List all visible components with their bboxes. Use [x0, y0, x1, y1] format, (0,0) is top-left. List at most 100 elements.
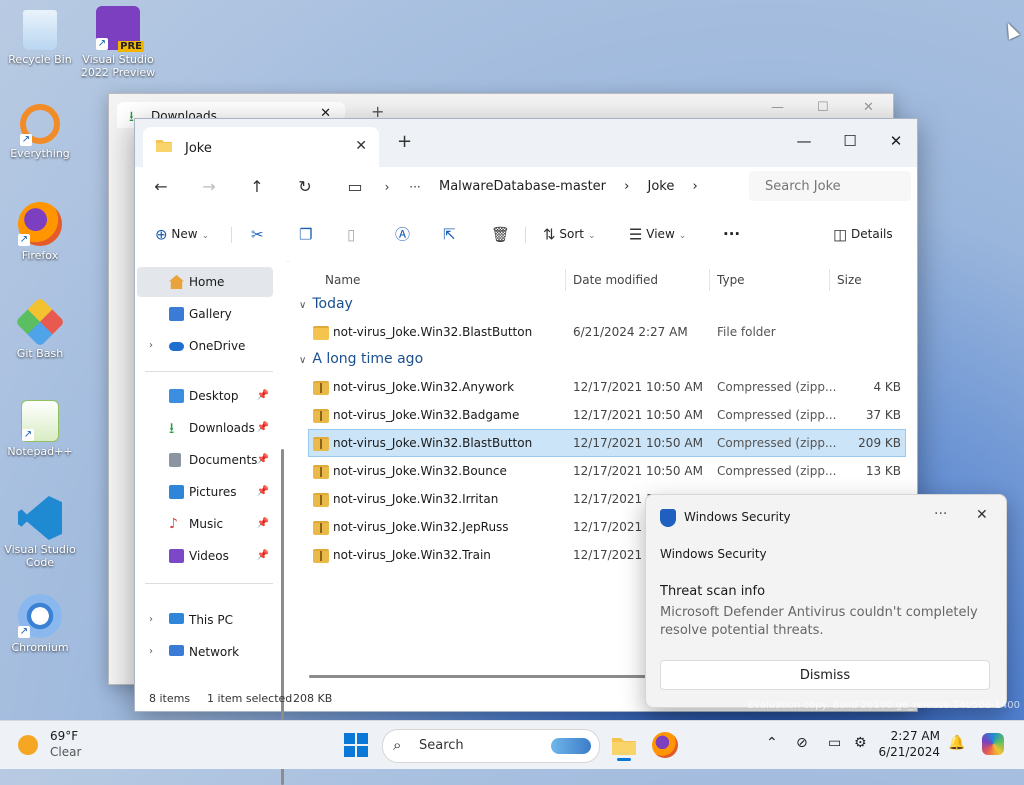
- up-icon[interactable]: ↑: [243, 175, 271, 199]
- show-hidden-icons[interactable]: ⌃: [766, 735, 778, 751]
- paste-button[interactable]: ▯: [347, 223, 355, 245]
- breadcrumb-item[interactable]: Joke: [648, 179, 675, 194]
- display-icon[interactable]: ▭: [828, 735, 841, 751]
- file-name: not-virus_Joke.Win32.Train: [333, 548, 491, 562]
- search-input[interactable]: [763, 171, 917, 201]
- chevron-right-icon[interactable]: ›: [624, 179, 629, 194]
- rename-button[interactable]: Ⓐ: [395, 223, 410, 245]
- more-locations-icon[interactable]: ···: [401, 175, 429, 199]
- pictures-folder-icon: [169, 485, 184, 499]
- search-box[interactable]: [749, 171, 917, 201]
- nav-item-music[interactable]: ♪ Music 📌: [137, 509, 273, 539]
- pin-icon[interactable]: 📌: [257, 381, 269, 411]
- new-tab-icon[interactable]: +: [397, 131, 412, 152]
- pin-icon[interactable]: 📌: [257, 477, 269, 507]
- desktop-icon-chromium[interactable]: ↗ Chromium: [2, 594, 78, 654]
- pin-icon[interactable]: 📌: [257, 509, 269, 539]
- this-pc-icon[interactable]: ▭: [341, 175, 369, 199]
- table-row[interactable]: not-virus_Joke.Win32.Anywork 12/17/2021 …: [309, 374, 905, 400]
- group-label: A long time ago: [312, 351, 424, 367]
- maximize-icon[interactable]: ☐: [817, 100, 829, 115]
- maximize-button[interactable]: ☐: [827, 127, 873, 155]
- desktop-icon-firefox[interactable]: ↗ Firefox: [2, 202, 78, 262]
- table-row[interactable]: not-virus_Joke.Win32.BlastButton 6/21/20…: [309, 319, 905, 345]
- taskbar-firefox[interactable]: [652, 732, 678, 758]
- group-header-long-ago[interactable]: ∨ A long time ago: [299, 348, 423, 370]
- close-button[interactable]: ✕: [873, 127, 919, 155]
- copy-button[interactable]: ❐: [299, 223, 312, 245]
- tab-joke[interactable]: Joke ✕: [143, 127, 379, 167]
- dismiss-button[interactable]: Dismiss: [660, 660, 990, 690]
- horizontal-scrollbar[interactable]: [309, 675, 649, 678]
- desktop-icon-notepad-plus-plus[interactable]: ↗ Notepad++: [2, 400, 78, 458]
- column-header-date[interactable]: Date modified: [573, 267, 658, 293]
- file-size: 13 KB: [865, 464, 901, 478]
- details-pane-icon: ◫: [833, 225, 848, 244]
- sort-button[interactable]: ⇅ Sort ⌄: [543, 223, 596, 245]
- notification-bell-icon[interactable]: 🔔: [948, 735, 965, 751]
- table-row[interactable]: not-virus_Joke.Win32.Bounce 12/17/2021 1…: [309, 458, 905, 484]
- minimize-button[interactable]: —: [781, 127, 827, 155]
- file-date: 12/17/2021 10:50 AM: [573, 464, 703, 478]
- nav-item-onedrive[interactable]: › OneDrive: [137, 331, 273, 361]
- notification-app-name: Windows Security: [684, 510, 791, 524]
- desktop-icon-recycle-bin[interactable]: Recycle Bin: [2, 10, 78, 66]
- nav-item-documents[interactable]: Documents 📌: [137, 445, 273, 475]
- column-header-type[interactable]: Type: [717, 267, 745, 293]
- column-header-size[interactable]: Size: [837, 267, 862, 293]
- nav-item-this-pc[interactable]: › This PC: [137, 605, 273, 635]
- network-offline-icon[interactable]: ⊘: [796, 735, 808, 751]
- taskbar-file-explorer[interactable]: [608, 729, 640, 761]
- delete-button[interactable]: 🗑: [491, 223, 510, 245]
- details-button[interactable]: ◫ Details: [833, 223, 893, 245]
- desktop-icon-label: Chromium: [11, 641, 69, 654]
- nav-item-gallery[interactable]: Gallery: [137, 299, 273, 329]
- file-date: 12/17/2021 10:50 AM: [573, 408, 703, 422]
- taskbar-search[interactable]: ⌕ Search: [382, 729, 600, 763]
- chevron-right-icon[interactable]: ›: [373, 175, 401, 199]
- view-button[interactable]: ☰ View ⌄: [629, 223, 686, 245]
- chevron-right-icon[interactable]: ›: [149, 605, 153, 635]
- pin-icon[interactable]: 📌: [257, 445, 269, 475]
- desktop-icon-git-bash[interactable]: Git Bash: [2, 297, 78, 360]
- nav-item-downloads[interactable]: ⭳ Downloads 📌: [137, 413, 273, 443]
- desktop-icon-everything[interactable]: ↗ Everything: [2, 104, 78, 160]
- close-icon[interactable]: ✕: [863, 100, 874, 115]
- more-options-icon[interactable]: ···: [934, 506, 947, 522]
- desktop-icon-visual-studio-preview[interactable]: PRE ↗ Visual Studio 2022 Preview: [80, 6, 156, 79]
- view-label: View: [646, 227, 675, 241]
- start-button[interactable]: [344, 733, 368, 757]
- close-tab-icon[interactable]: ✕: [355, 138, 367, 154]
- security-icon[interactable]: ⚙: [854, 735, 867, 751]
- table-row-selected[interactable]: not-virus_Joke.Win32.BlastButton 12/17/2…: [308, 429, 906, 457]
- nav-item-desktop[interactable]: Desktop 📌: [137, 381, 273, 411]
- close-icon[interactable]: ✕: [976, 507, 988, 523]
- nav-label: Music: [189, 517, 224, 531]
- pin-icon[interactable]: 📌: [257, 413, 269, 443]
- more-options-button[interactable]: ···: [723, 223, 740, 245]
- share-icon: ⇱: [443, 225, 456, 244]
- nav-item-videos[interactable]: Videos 📌: [137, 541, 273, 571]
- share-button[interactable]: ⇱: [443, 223, 456, 245]
- chevron-right-icon[interactable]: ›: [149, 331, 153, 361]
- back-icon[interactable]: ←: [147, 175, 175, 199]
- table-row[interactable]: not-virus_Joke.Win32.Badgame 12/17/2021 …: [309, 402, 905, 428]
- nav-item-home[interactable]: Home: [137, 267, 273, 297]
- breadcrumb-item[interactable]: MalwareDatabase-master: [439, 179, 606, 194]
- column-header-name[interactable]: Name: [325, 267, 360, 293]
- desktop-icon-vscode[interactable]: Visual Studio Code: [2, 496, 78, 569]
- clock[interactable]: 2:27 AM 6/21/2024: [878, 728, 940, 760]
- nav-item-network[interactable]: › Network: [137, 637, 273, 667]
- windows-security-notification[interactable]: Windows Security ··· ✕ Windows Security …: [645, 494, 1007, 708]
- nav-item-pictures[interactable]: Pictures 📌: [137, 477, 273, 507]
- group-header-today[interactable]: ∨ Today: [299, 293, 353, 315]
- minimize-icon[interactable]: —: [771, 100, 784, 115]
- forward-icon[interactable]: →: [195, 175, 223, 199]
- chevron-right-icon[interactable]: ›: [693, 179, 698, 194]
- pin-icon[interactable]: 📌: [257, 541, 269, 571]
- copilot-icon[interactable]: [982, 733, 1004, 755]
- chevron-right-icon[interactable]: ›: [149, 637, 153, 667]
- cut-button[interactable]: ✂: [251, 223, 264, 245]
- new-button[interactable]: ⊕ New ⌄: [155, 223, 209, 245]
- refresh-icon[interactable]: ↻: [291, 175, 319, 199]
